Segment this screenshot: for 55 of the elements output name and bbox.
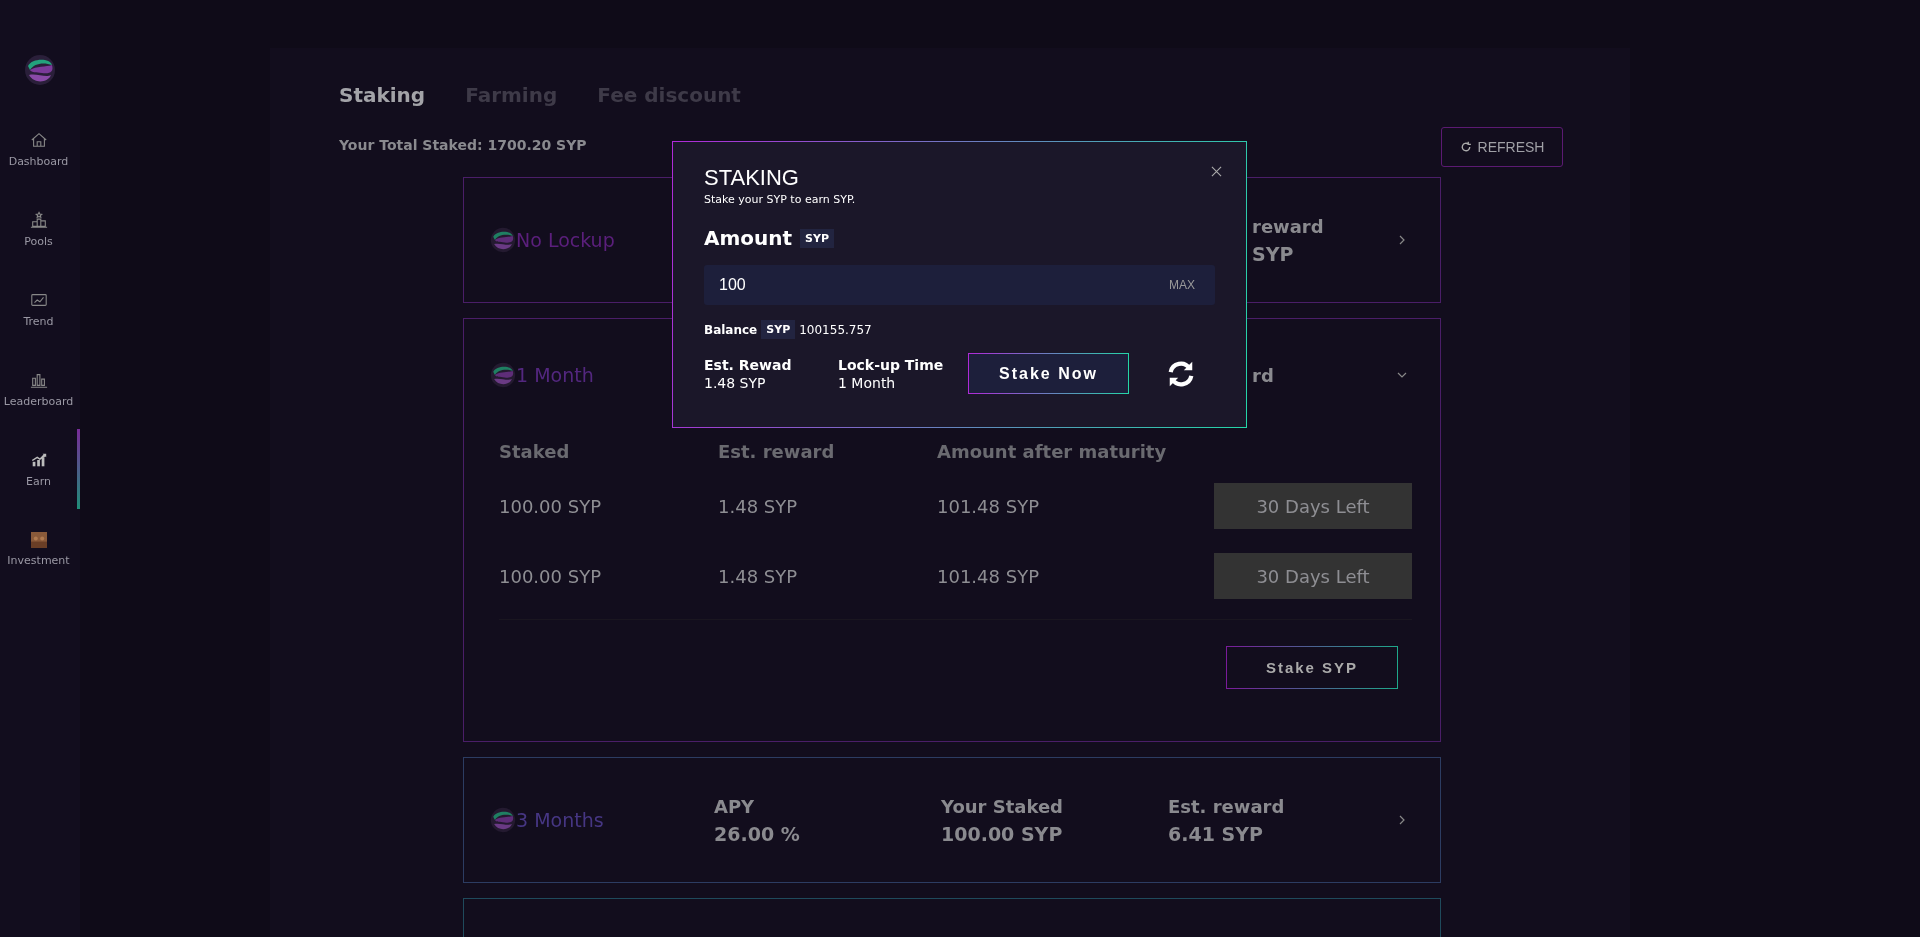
sidebar-item[interactable]: Pools — [0, 189, 80, 269]
sidebar-item[interactable]: Investment — [0, 509, 80, 589]
logo-icon — [490, 362, 516, 388]
info-value: 1 Month — [838, 374, 897, 391]
tab[interactable]: Staking — [339, 83, 426, 107]
table-cell-text: 1.48 SYP — [718, 565, 799, 587]
total-staked: Your Total Staked: 1700.20 SYP — [339, 137, 587, 153]
stat-value: 6.41 SYP — [1168, 822, 1264, 845]
dialog-title: STAKING — [704, 165, 800, 191]
stat-label: rd — [1252, 364, 1274, 386]
pool-name: No Lockup — [516, 229, 615, 251]
stat-label: APY — [714, 795, 756, 817]
logo-icon — [490, 227, 516, 253]
close-icon[interactable] — [1211, 166, 1222, 177]
pool-name: 3 Months — [516, 809, 604, 831]
stat-label: Est. reward — [1168, 795, 1286, 817]
logo-icon — [24, 54, 56, 86]
sidebar-item[interactable]: Leaderboard — [0, 349, 80, 429]
column-header: Est. reward — [718, 440, 836, 462]
info-label: Lock-up Time — [838, 356, 945, 373]
table-cell-text: 1.48 SYP — [718, 495, 799, 517]
days-left-button[interactable]: 30 Days Left — [1214, 483, 1412, 529]
column-header: Staked — [499, 440, 571, 462]
max-button[interactable]: MAX — [1169, 278, 1195, 292]
unit-tag: SYP — [800, 228, 835, 248]
stat-value: 100.00 SYP — [941, 822, 1064, 845]
table-cell-text: 101.48 SYP — [937, 565, 1040, 587]
dialog-subtitle: Stake your SYP to earn SYP. — [704, 193, 857, 206]
amount-label: Amount — [704, 226, 793, 250]
home-icon — [29, 130, 48, 149]
column-header: Amount after maturity — [937, 440, 1168, 462]
amount-field[interactable]: 100 MAX — [704, 265, 1215, 305]
days-left-button[interactable]: 30 Days Left — [1214, 553, 1412, 599]
podium-icon — [29, 210, 48, 229]
sidebar-item[interactable]: Trend — [0, 269, 80, 349]
stake-now-button[interactable]: Stake Now — [968, 353, 1129, 394]
stat-value: 26.00 % — [714, 822, 801, 845]
logo-icon — [490, 807, 516, 833]
stake-button[interactable]: Stake SYP — [1226, 646, 1398, 689]
unit-tag: SYP — [761, 320, 796, 339]
stat-label: reward — [1252, 215, 1324, 237]
refresh-button[interactable]: REFRESH — [1441, 127, 1563, 167]
sidebar-item[interactable]: Earn — [0, 429, 80, 509]
stat-label: Your Staked — [941, 795, 1064, 817]
refresh-icon — [1459, 141, 1472, 153]
info-label: Est. Rewad — [704, 356, 793, 373]
balance-label: Balance — [704, 322, 758, 337]
table-cell-text: 100.00 SYP — [499, 565, 602, 587]
pool-name: 1 Month — [516, 364, 594, 386]
table-cell-text: 101.48 SYP — [937, 495, 1040, 517]
balance-value: 100155.757 — [799, 322, 872, 337]
info-value: 1.48 SYP — [704, 374, 767, 391]
stat-value: SYP — [1252, 242, 1295, 265]
sidebar-item[interactable]: Dashboard — [0, 109, 80, 189]
table-cell-text: 100.00 SYP — [499, 495, 602, 517]
